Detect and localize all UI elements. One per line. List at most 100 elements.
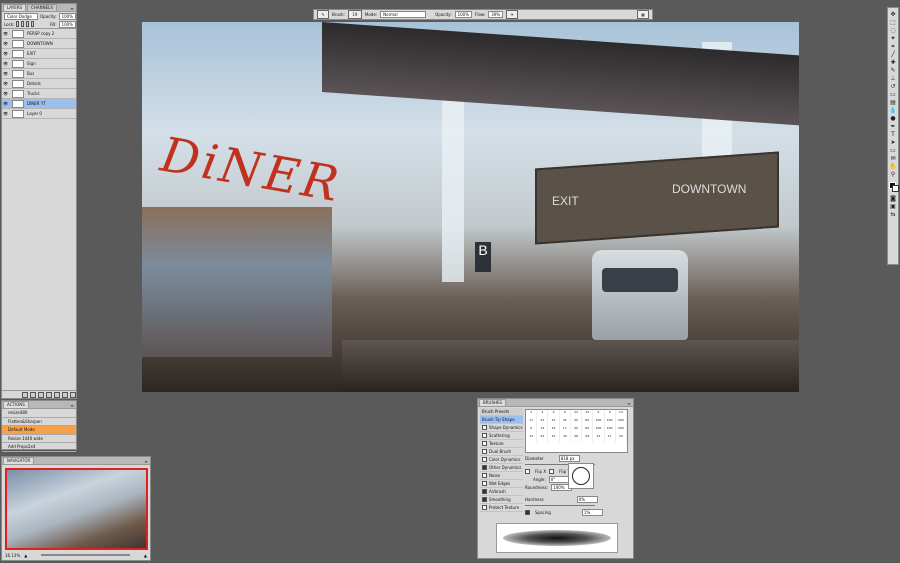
layer-mask-icon[interactable] xyxy=(38,391,44,398)
link-layers-icon[interactable] xyxy=(22,391,28,398)
eye-icon[interactable]: 👁 xyxy=(2,31,9,36)
spacing-field[interactable]: 1% xyxy=(581,508,603,516)
layer-thumbnail[interactable] xyxy=(12,89,24,98)
brush-setting-checkbox[interactable] xyxy=(482,449,487,454)
brush-setting-item[interactable]: Other Dynamics xyxy=(480,464,523,472)
brush-setting-item[interactable]: Scattering xyxy=(480,432,523,440)
navigator-preview[interactable] xyxy=(5,468,148,550)
brush-tool-icon[interactable]: ✎ xyxy=(317,10,329,19)
brush-tip[interactable]: 65 xyxy=(582,426,594,434)
brush-tip[interactable]: 1 xyxy=(526,410,538,418)
lock-position-icon[interactable] xyxy=(26,21,29,27)
brush-tip[interactable]: 13 xyxy=(616,410,627,418)
layer-row[interactable]: 👁 Trucks xyxy=(2,89,76,99)
tab-actions[interactable]: ACTIONS xyxy=(3,401,29,408)
brush-setting-checkbox[interactable] xyxy=(482,465,487,470)
brush-tip[interactable]: 14 xyxy=(526,434,538,442)
path-select-icon[interactable]: ➤ xyxy=(889,139,897,146)
gradient-icon[interactable]: ▤ xyxy=(889,99,897,106)
brush-tip[interactable]: 3 xyxy=(537,410,549,418)
brush-setting-item[interactable]: Brush Presets xyxy=(480,408,523,416)
brush-setting-item[interactable]: Smoothing xyxy=(480,496,523,504)
action-item[interactable]: Default Mode xyxy=(2,426,76,435)
brush-tip[interactable]: 17 xyxy=(605,434,616,442)
angle-field[interactable]: 0° xyxy=(548,475,570,483)
spacing-checkbox[interactable] xyxy=(525,509,530,515)
zoom-out-icon[interactable]: ▲ xyxy=(24,553,27,558)
brush-tip[interactable]: 19 xyxy=(582,410,594,418)
eye-icon[interactable]: 👁 xyxy=(2,81,9,86)
dodge-icon[interactable]: ● xyxy=(889,115,897,122)
hardness-slider[interactable] xyxy=(525,505,595,506)
layer-thumbnail[interactable] xyxy=(12,99,24,108)
layer-row[interactable]: 👁 Bus xyxy=(2,69,76,79)
brush-setting-item[interactable]: Brush Tip Shape xyxy=(480,416,523,424)
lock-pixels-icon[interactable] xyxy=(21,21,25,27)
document-canvas[interactable]: DiNER EXIT DOWNTOWN B xyxy=(142,22,799,392)
panel-menu-icon[interactable]: ≡ xyxy=(625,401,633,406)
brush-tip[interactable]: 27 xyxy=(548,418,560,426)
eye-icon[interactable]: 👁 xyxy=(2,51,9,56)
brush-setting-item[interactable]: Color Dynamics xyxy=(480,456,523,464)
brush-tip[interactable]: 300 xyxy=(616,418,627,426)
new-layer-icon[interactable] xyxy=(62,391,68,398)
zoom-icon[interactable]: ⚲ xyxy=(889,171,897,178)
brush-tip[interactable]: 24 xyxy=(537,434,549,442)
zoom-level[interactable]: 16.13% xyxy=(5,553,20,558)
healing-icon[interactable]: ✚ xyxy=(889,59,897,66)
brush-tip[interactable]: 9 xyxy=(605,410,616,418)
brush-setting-checkbox[interactable] xyxy=(482,457,487,462)
fill-field[interactable]: 100% xyxy=(58,20,76,28)
new-group-icon[interactable] xyxy=(54,391,60,398)
brush-setting-checkbox[interactable] xyxy=(482,473,487,478)
flip-y-checkbox[interactable] xyxy=(549,468,555,474)
layer-thumbnail[interactable] xyxy=(12,39,24,48)
brush-setting-checkbox[interactable] xyxy=(482,489,487,494)
brush-tip[interactable]: 17 xyxy=(526,418,538,426)
flip-x-checkbox[interactable] xyxy=(525,468,530,474)
layer-row[interactable]: 👁 DOWNTOWN xyxy=(2,39,76,49)
palette-well-icon[interactable]: ▦ xyxy=(637,10,649,19)
panel-menu-icon[interactable]: ≡ xyxy=(142,459,150,464)
lock-transparency-icon[interactable] xyxy=(16,21,20,27)
eye-icon[interactable]: 👁 xyxy=(2,111,9,116)
eye-icon[interactable]: 👁 xyxy=(2,101,9,106)
shape-icon[interactable]: ▭ xyxy=(889,147,897,154)
diameter-field[interactable]: 818 px xyxy=(558,454,580,462)
adjustment-layer-icon[interactable] xyxy=(46,391,52,398)
type-icon[interactable]: T xyxy=(889,131,897,138)
layer-thumbnail[interactable] xyxy=(12,109,24,118)
layer-row[interactable]: 👁 Sign xyxy=(2,59,76,69)
layer-row[interactable]: 👁 Details xyxy=(2,79,76,89)
screen-mode-icon[interactable]: ▣ xyxy=(889,203,897,210)
layer-thumbnail[interactable] xyxy=(12,29,24,38)
brush-tip[interactable]: 27 xyxy=(548,434,560,442)
brush-setting-checkbox[interactable] xyxy=(482,505,487,510)
eye-icon[interactable]: 👁 xyxy=(2,61,9,66)
brush-preset-picker[interactable]: 19 xyxy=(347,10,362,19)
color-swatches[interactable] xyxy=(889,182,899,192)
jump-to-imageready-icon[interactable]: ⇆ xyxy=(889,211,897,218)
brush-tip[interactable]: 9 xyxy=(526,426,538,434)
lock-all-icon[interactable] xyxy=(31,21,34,27)
layer-thumbnail[interactable] xyxy=(12,49,24,58)
eye-icon[interactable]: 👁 xyxy=(2,71,9,76)
layer-thumbnail[interactable] xyxy=(12,59,24,68)
layer-thumbnail[interactable] xyxy=(12,79,24,88)
brush-tip[interactable]: 13 xyxy=(537,426,549,434)
brush-tip[interactable]: 13 xyxy=(571,410,583,418)
panel-menu-icon[interactable]: ≡ xyxy=(68,403,76,408)
brush-tip[interactable]: 100 xyxy=(593,418,605,426)
hand-icon[interactable]: ✋ xyxy=(889,163,897,170)
action-item[interactable]: Flatten&Sharpen xyxy=(2,418,76,426)
brush-icon[interactable]: ✎ xyxy=(889,67,897,74)
history-brush-icon[interactable]: ↺ xyxy=(889,83,897,90)
background-color-swatch[interactable] xyxy=(892,185,899,192)
brush-tip[interactable]: 5 xyxy=(548,410,560,418)
brush-setting-checkbox[interactable] xyxy=(482,481,487,486)
layer-thumbnail[interactable] xyxy=(12,69,24,78)
pen-icon[interactable]: ✒ xyxy=(889,123,897,130)
action-item[interactable]: resize480 xyxy=(2,409,76,418)
tab-channels[interactable]: CHANNELS xyxy=(27,4,57,11)
layer-row[interactable]: 👁 DINER YT xyxy=(2,99,76,109)
